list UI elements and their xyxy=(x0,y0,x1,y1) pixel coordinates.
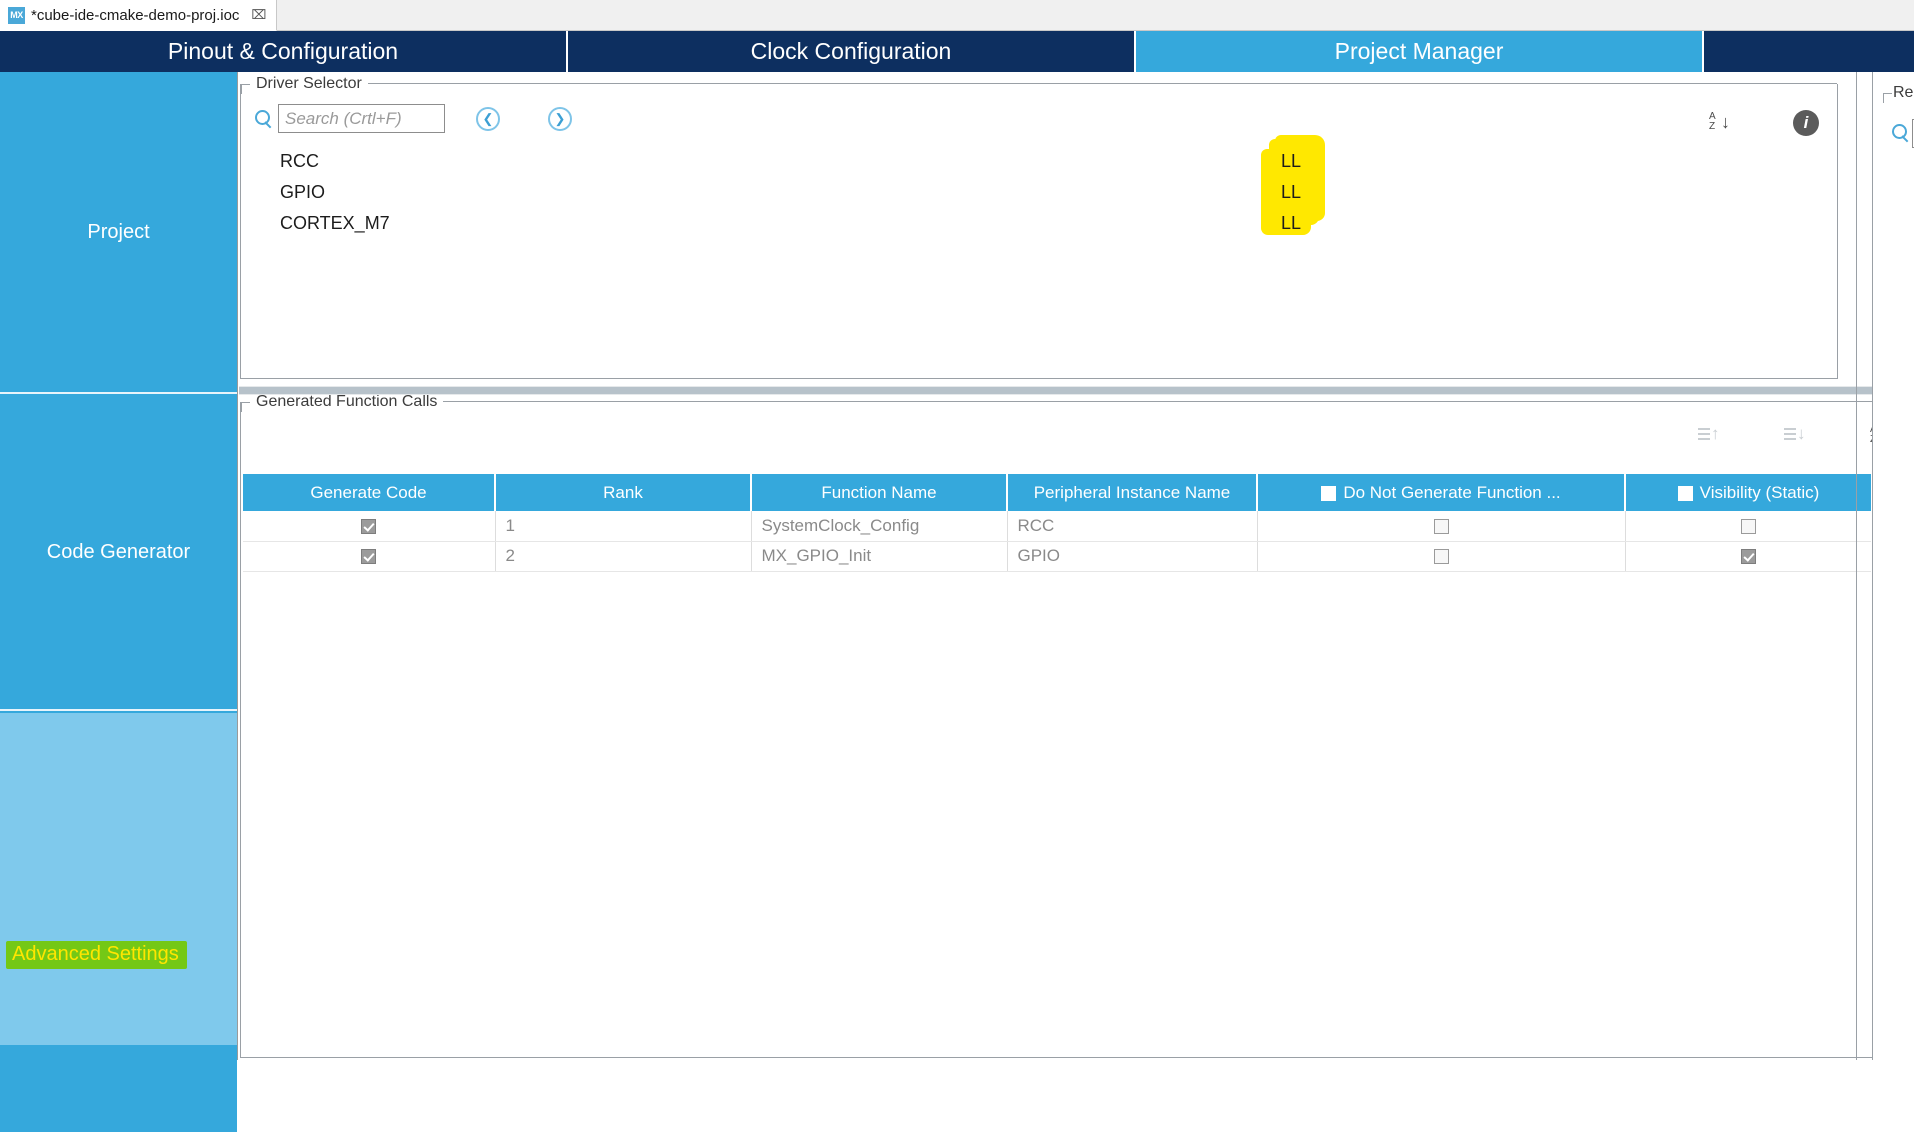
column-header-label: Do Not Generate Function ... xyxy=(1343,482,1561,502)
document-tab-label: *cube-ide-cmake-demo-proj.ioc xyxy=(31,6,240,24)
move-up-icon[interactable]: ↑ xyxy=(1698,424,1722,447)
generated-calls-legend: Generated Function Calls xyxy=(241,392,1912,412)
tab-pinout-configuration[interactable]: Pinout & Configuration xyxy=(0,31,568,72)
sidebar-item-advanced-settings-label: Advanced Settings xyxy=(6,941,187,969)
main-tab-bar-filler xyxy=(1704,31,1914,72)
tab-clock-configuration[interactable]: Clock Configuration xyxy=(568,31,1136,72)
cell-rank: 1 xyxy=(495,511,752,542)
cell-generate-code[interactable] xyxy=(243,541,496,572)
driver-selector-legend: Driver Selector xyxy=(241,74,1837,94)
table-row[interactable]: 2 MX_GPIO_Init GPIO xyxy=(243,541,1871,572)
do-not-generate-header-checkbox[interactable] xyxy=(1321,485,1337,501)
do-not-generate-checkbox[interactable] xyxy=(1433,518,1449,534)
sidebar-item-advanced-settings[interactable]: Advanced Settings xyxy=(0,713,237,1045)
right-side-panel: Re xyxy=(1872,72,1914,1060)
visibility-static-checkbox[interactable] xyxy=(1740,549,1756,565)
table-row[interactable]: 1 SystemClock_Config RCC xyxy=(243,511,1871,542)
groupbox-rule xyxy=(443,401,1912,402)
info-circle-icon[interactable]: i xyxy=(1793,110,1819,136)
groupbox-corner xyxy=(1883,93,1892,103)
driver-search-row: ❮ ❯ xyxy=(252,104,572,133)
groupbox-rule xyxy=(367,83,1837,84)
column-header-generate-code[interactable]: Generate Code xyxy=(243,474,496,511)
cell-rank: 2 xyxy=(495,541,752,572)
cell-visibility-static[interactable] xyxy=(1625,511,1871,542)
project-manager-sidebar: Project Code Generator Advanced Settings xyxy=(0,72,238,1132)
column-header-function-name[interactable]: Function Name xyxy=(751,474,1008,511)
driver-list-item[interactable]: GPIO xyxy=(280,177,390,208)
driver-search-input[interactable] xyxy=(278,104,445,133)
visibility-static-checkbox[interactable] xyxy=(1740,518,1756,534)
driver-type-value[interactable]: LL xyxy=(1281,208,1301,239)
mx-logo-icon: MX xyxy=(8,6,25,24)
column-header-visibility-static[interactable]: Visibility (Static) xyxy=(1625,474,1871,511)
search-icon xyxy=(1889,122,1911,144)
generated-calls-toolbar: ↑ ↓ AZ↓ xyxy=(1698,424,1892,448)
groupbox-corner xyxy=(241,402,250,412)
cell-do-not-generate[interactable] xyxy=(1257,511,1626,542)
sort-az-icon[interactable]: AZ↓ xyxy=(1709,111,1731,135)
driver-list: RCC GPIO CORTEX_M7 xyxy=(280,146,390,239)
groupbox-corner xyxy=(241,84,250,94)
cell-function-name: SystemClock_Config xyxy=(751,511,1008,542)
column-header-do-not-generate-function[interactable]: Do Not Generate Function ... xyxy=(1257,474,1626,511)
driver-selector-title: Driver Selector xyxy=(250,75,368,93)
tab-project-manager[interactable]: Project Manager xyxy=(1136,31,1704,72)
generated-function-calls-table: Generate Code Rank Function Name Periphe… xyxy=(243,474,1913,572)
column-header-peripheral-instance-name[interactable]: Peripheral Instance Name xyxy=(1007,474,1258,511)
main-tab-bar: Pinout & Configuration Clock Configurati… xyxy=(0,31,1914,72)
driver-selector-tools: A Z ↓ i xyxy=(1709,110,1819,136)
chevron-left-circle-icon[interactable]: ❮ xyxy=(476,106,500,131)
generate-code-checkbox[interactable] xyxy=(361,518,377,534)
close-icon[interactable]: ⌧ xyxy=(251,7,266,23)
panel-splitter[interactable] xyxy=(239,386,1914,395)
generated-function-calls-title: Generated Function Calls xyxy=(250,393,444,411)
driver-type-value[interactable]: LL xyxy=(1281,146,1301,177)
cell-peripheral-instance-name: RCC xyxy=(1007,511,1258,542)
cell-peripheral-instance-name: GPIO xyxy=(1007,541,1258,572)
advanced-settings-content: Driver Selector ❮ ❯ AZ↓ i RCC GPIO CORTE… xyxy=(239,72,1914,1060)
sidebar-item-code-generator[interactable]: Code Generator xyxy=(0,396,237,711)
search-icon xyxy=(252,108,274,130)
column-header-label: Visibility (Static) xyxy=(1699,482,1820,502)
chevron-right-circle-icon[interactable]: ❯ xyxy=(548,106,572,131)
driver-type-value[interactable]: LL xyxy=(1281,177,1301,208)
right-panel-divider xyxy=(1856,72,1857,1060)
table-header-row: Generate Code Rank Function Name Periphe… xyxy=(243,474,1871,511)
sidebar-item-project[interactable]: Project xyxy=(0,72,237,394)
cell-do-not-generate[interactable] xyxy=(1257,541,1626,572)
cell-generate-code[interactable] xyxy=(243,511,496,542)
editor-tab-strip: MX *cube-ide-cmake-demo-proj.ioc ⌧ xyxy=(0,0,1914,31)
cell-visibility-static[interactable] xyxy=(1625,541,1871,572)
document-tab[interactable]: MX *cube-ide-cmake-demo-proj.ioc ⌧ xyxy=(0,0,278,31)
column-header-rank[interactable]: Rank xyxy=(495,474,752,511)
visibility-static-header-checkbox[interactable] xyxy=(1677,485,1693,501)
generate-code-checkbox[interactable] xyxy=(361,549,377,565)
move-down-icon[interactable]: ↓ xyxy=(1784,424,1808,447)
driver-type-column: LL LL LL xyxy=(1269,139,1319,239)
do-not-generate-checkbox[interactable] xyxy=(1433,549,1449,565)
sidebar-filler xyxy=(0,1045,237,1132)
right-panel-title: Re xyxy=(1893,84,1914,102)
driver-selector-panel: Driver Selector ❮ ❯ AZ↓ i RCC GPIO CORTE… xyxy=(240,75,1838,379)
cell-function-name: MX_GPIO_Init xyxy=(751,541,1008,572)
generated-function-calls-panel: Generated Function Calls ↑ ↓ AZ↓ xyxy=(240,393,1913,1058)
driver-list-item[interactable]: CORTEX_M7 xyxy=(280,208,390,239)
driver-list-item[interactable]: RCC xyxy=(280,146,390,177)
